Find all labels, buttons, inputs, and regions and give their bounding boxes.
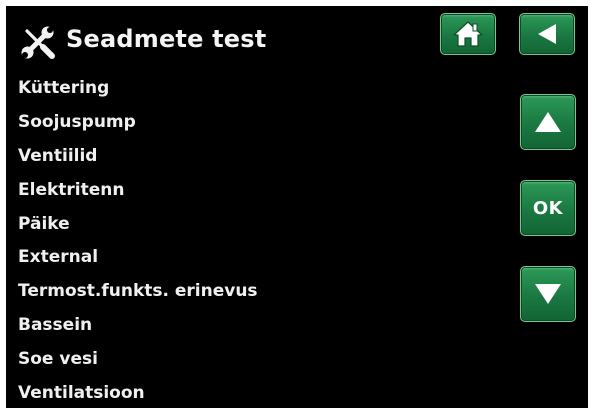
page-title: Seadmete test bbox=[66, 25, 267, 53]
menu-list: Küttering Soojuspump Ventiilid Elektrite… bbox=[18, 76, 478, 408]
menu-item-termost-funkts[interactable]: Termost.funkts. erinevus bbox=[18, 279, 478, 313]
home-button[interactable] bbox=[440, 13, 496, 55]
menu-item-ventiilid[interactable]: Ventiilid bbox=[18, 144, 478, 178]
menu-item-ventilatsioon[interactable]: Ventilatsioon bbox=[18, 381, 478, 408]
ok-button[interactable]: OK bbox=[520, 180, 576, 236]
menu-item-paike[interactable]: Päike bbox=[18, 212, 478, 246]
down-arrow-icon bbox=[535, 284, 561, 304]
home-icon bbox=[453, 21, 483, 47]
scroll-down-button[interactable] bbox=[520, 266, 576, 322]
device-screen: Seadmete test Küttering Soojuspump Venti… bbox=[6, 6, 588, 408]
scroll-up-button[interactable] bbox=[520, 94, 576, 150]
back-button[interactable] bbox=[519, 13, 575, 55]
menu-item-external[interactable]: External bbox=[18, 245, 478, 279]
menu-item-elektritenn[interactable]: Elektritenn bbox=[18, 178, 478, 212]
menu-item-soe-vesi[interactable]: Soe vesi bbox=[18, 347, 478, 381]
back-arrow-icon bbox=[538, 24, 556, 44]
menu-item-kuttering[interactable]: Küttering bbox=[18, 76, 478, 110]
up-arrow-icon bbox=[535, 112, 561, 132]
menu-item-soojuspump[interactable]: Soojuspump bbox=[18, 110, 478, 144]
ok-button-label: OK bbox=[532, 197, 564, 219]
menu-item-bassein[interactable]: Bassein bbox=[18, 313, 478, 347]
tools-icon bbox=[21, 26, 55, 59]
